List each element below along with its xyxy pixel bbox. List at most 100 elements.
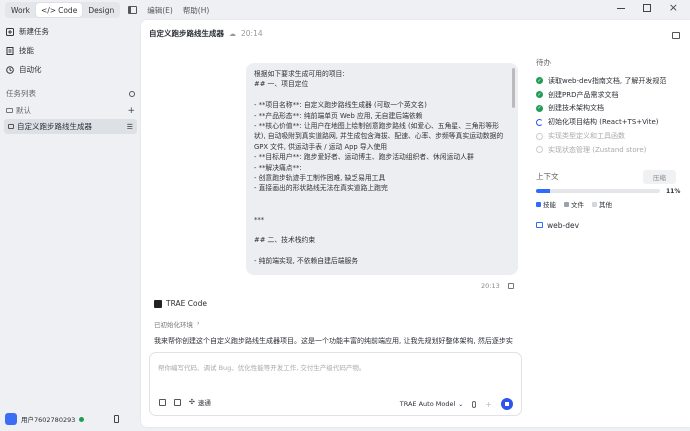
message-line: - **项目名称**: 自定义跑步路线生成器 (可取一个英文名) [254,101,427,110]
context-percent: 11% [666,187,681,195]
message-line [254,204,510,214]
message-line [254,246,510,256]
chat-area: 根据如下要求生成可用的项目: ## 一、项目定位 - **项目名称**: 自定义… [141,50,529,427]
message-line: 根据如下要求生成可用的项目: [254,70,345,78]
todo-title: 待办 [536,58,551,67]
add-icon[interactable]: + [127,106,135,116]
message-line: ## 一、项目定位 [254,80,309,89]
message-scrollbar[interactable] [512,68,515,108]
maximize-icon[interactable] [642,4,651,12]
todo-item: 实现状态管理 (Zustand store) [536,143,686,157]
mode-work-tab[interactable]: Work [6,3,35,17]
task-list-icon[interactable]: ☰ [127,123,133,131]
legend-other: 其他 [592,199,612,209]
close-icon[interactable]: × [669,2,678,13]
skills-label: 技能 [19,46,34,55]
mode-code-label: Code [58,5,78,15]
agent-logo-icon [154,299,162,308]
sidebar-item-skills[interactable]: 技能 [0,41,141,60]
compress-button[interactable]: 压缩 [643,169,676,184]
message-line: - **产品形态**: 纯前端单页 Web 应用, 无自建后端依赖 [254,111,423,120]
group-label: 默认 [16,106,31,115]
chevron-down-icon: ⌄ [458,400,464,408]
cloud-icon: ☁ [229,29,236,38]
layout-toggle-icon[interactable] [672,32,680,39]
phone-icon[interactable] [114,415,120,423]
message-time: 20:13 [481,282,500,290]
message-line: - **解决痛点**: [254,163,302,172]
loading-icon [536,118,543,126]
sidebar-item-automation[interactable]: 自动化 [0,60,141,79]
context-progress-bar [536,189,660,194]
user-message: 根据如下要求生成可用的项目: ## 一、项目定位 - **项目名称**: 自定义… [246,63,518,275]
image-icon[interactable] [174,398,181,406]
task-item-active[interactable]: 自定义跑步路线生成器 ☰ [4,119,137,134]
task-folder-icon [8,124,14,129]
speed-mode-button[interactable]: 速通 [198,397,211,407]
context-progress-fill [536,189,550,194]
todo-text: 实现状态管理 (Zustand store) [548,145,647,154]
model-selector[interactable]: TRAE Auto Model [400,400,456,408]
avatar[interactable] [5,413,17,425]
sidebar: 新建任务 技能 自动化 任务列表 默认 + 自定义跑步路线生成器 ☰ 用户760… [0,20,141,431]
user-badge-icon [79,416,85,422]
todo-text: 创建PRD产品需求文档 [548,90,619,99]
message-line: GPX 文件, 供运动手表 / 运动 App 导入使用 [254,142,388,151]
menu-edit[interactable]: 编辑(E) [147,5,173,16]
todo-item: 实现类型定义和工具函数 [536,129,686,143]
agent-name: TRAE Code [166,299,207,308]
pending-circle-icon [536,146,543,154]
top-bar: Work </> Code Design 编辑(E) 帮助(H) × [0,0,690,20]
copy-icon[interactable] [507,283,514,289]
code-icon: </> [41,5,57,15]
skill-icon [536,222,543,229]
chat-input[interactable]: 帮你编写代码、调试 Bug、优化性能等开发工作, 交付生产级代码产物。 [158,362,365,372]
right-panel: 待办 ✓ 读取web-dev指南文档, 了解开发规范 ✓ 创建PRD产品需求文档 ✓… [536,50,686,420]
attach-icon[interactable]: + [485,400,492,409]
todo-text: 实现类型定义和工具函数 [548,132,625,141]
skills-icon [6,46,14,55]
message-line: - **核心价值**: 让用户在地图上绘制创意跑步路线 (如爱心、五角星、三角形… [254,122,499,131]
group-default[interactable]: 默认 + [0,102,141,119]
send-button[interactable] [501,398,513,410]
minimize-icon[interactable] [616,7,625,9]
microphone-icon[interactable] [472,400,477,408]
search-icon[interactable] [129,90,135,97]
message-line: - 直接画出的形状路线无法在真实道路上跑完 [254,184,388,193]
automation-icon [6,65,14,74]
legend-skill: 技能 [536,199,556,209]
message-line [254,194,510,204]
speed-icon: ✣ [189,398,195,406]
menu-help[interactable]: 帮助(H) [183,5,210,16]
main-panel: 自定义跑步路线生成器 ☁ 20:14 根据如下要求生成可用的项目: ## 一、项… [141,20,690,427]
stop-icon [505,402,509,406]
skill-label: web-dev [547,220,580,230]
sidebar-toggle-icon[interactable] [128,6,138,14]
edit-icon[interactable] [159,398,166,406]
legend-file-label: 文件 [571,200,584,209]
automation-label: 自动化 [19,65,42,74]
reply-text: 我来帮你创建这个自定义跑步路线生成器项目。这是一个功能丰富的纯前端应用, 让我先… [154,337,513,345]
sidebar-item-new-task[interactable]: 新建任务 [0,22,141,41]
message-line: - 纯前端实现, 不依赖自建后端服务 [254,257,359,266]
skill-item[interactable]: web-dev [536,221,686,230]
context-legend: 技能 文件 其他 [536,199,686,209]
task-label: 自定义跑步路线生成器 [17,122,92,131]
todo-text: 初始化项目结构 (React+TS+Vite) [548,118,659,127]
mode-design-tab[interactable]: Design [83,3,119,17]
mode-code-tab[interactable]: </> Code [36,3,83,17]
message-line: - **目标用户**: 跑步爱好者、运动博主、跑步活动组织者、休闲运动人群 [254,153,474,162]
context-title: 上下文 [536,172,559,182]
todo-item: ✓ 创建技术架构文档 [536,102,686,116]
legend-other-label: 其他 [599,200,612,209]
message-line [254,90,510,100]
check-circle-icon: ✓ [536,104,543,112]
message-line: *** [254,215,265,224]
new-task-icon [6,27,14,36]
reply-status[interactable]: 已初始化环境 [154,319,193,329]
todo-text: 读取web-dev指南文档, 了解开发规范 [548,76,667,85]
todo-item: 初始化项目结构 (React+TS+Vite) [536,115,686,129]
task-header: 自定义跑步路线生成器 ☁ 20:14 [149,28,263,39]
task-list-label: 任务列表 [6,89,36,98]
user-name[interactable]: 用户7602780293 [21,414,75,424]
